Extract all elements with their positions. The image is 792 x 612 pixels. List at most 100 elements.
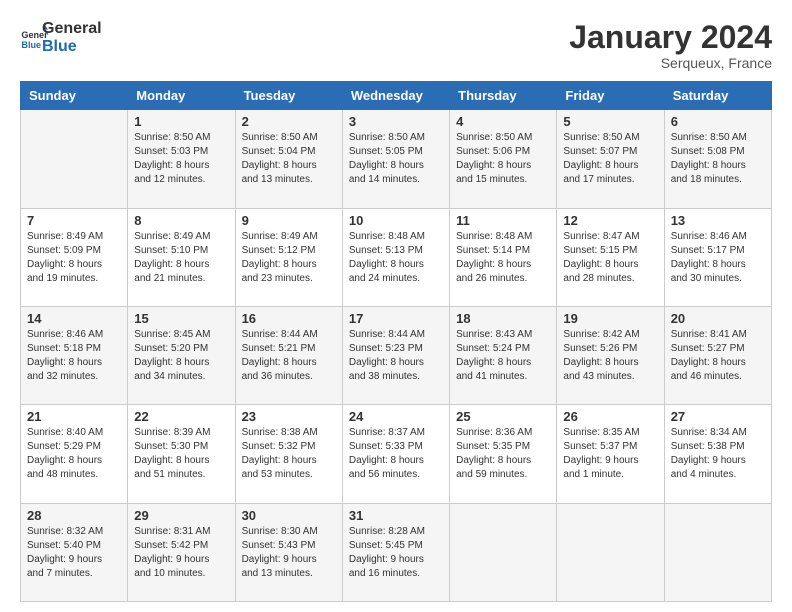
day-number: 26: [563, 409, 657, 424]
week-row-5: 28 Sunrise: 8:32 AMSunset: 5:40 PMDaylig…: [21, 503, 772, 601]
cell-w4-d6: 27 Sunrise: 8:34 AMSunset: 5:38 PMDaylig…: [664, 405, 771, 503]
cell-w2-d5: 12 Sunrise: 8:47 AMSunset: 5:15 PMDaylig…: [557, 208, 664, 306]
title-block: January 2024 Serqueux, France: [569, 20, 772, 71]
day-info: Sunrise: 8:46 AMSunset: 5:17 PMDaylight:…: [671, 230, 765, 286]
day-number: 29: [134, 508, 228, 523]
day-number: 3: [349, 114, 443, 129]
location: Serqueux, France: [569, 55, 772, 71]
day-number: 12: [563, 213, 657, 228]
day-number: 1: [134, 114, 228, 129]
day-info: Sunrise: 8:30 AMSunset: 5:43 PMDaylight:…: [242, 525, 336, 581]
cell-w4-d3: 24 Sunrise: 8:37 AMSunset: 5:33 PMDaylig…: [342, 405, 449, 503]
day-info: Sunrise: 8:49 AMSunset: 5:12 PMDaylight:…: [242, 230, 336, 286]
day-info: Sunrise: 8:50 AMSunset: 5:07 PMDaylight:…: [563, 131, 657, 187]
week-row-4: 21 Sunrise: 8:40 AMSunset: 5:29 PMDaylig…: [21, 405, 772, 503]
day-info: Sunrise: 8:50 AMSunset: 5:06 PMDaylight:…: [456, 131, 550, 187]
day-info: Sunrise: 8:34 AMSunset: 5:38 PMDaylight:…: [671, 426, 765, 482]
week-row-1: 1 Sunrise: 8:50 AMSunset: 5:03 PMDayligh…: [21, 110, 772, 208]
day-info: Sunrise: 8:35 AMSunset: 5:37 PMDaylight:…: [563, 426, 657, 482]
day-info: Sunrise: 8:38 AMSunset: 5:32 PMDaylight:…: [242, 426, 336, 482]
day-info: Sunrise: 8:31 AMSunset: 5:42 PMDaylight:…: [134, 525, 228, 581]
day-info: Sunrise: 8:41 AMSunset: 5:27 PMDaylight:…: [671, 328, 765, 384]
day-info: Sunrise: 8:43 AMSunset: 5:24 PMDaylight:…: [456, 328, 550, 384]
day-number: 6: [671, 114, 765, 129]
day-info: Sunrise: 8:47 AMSunset: 5:15 PMDaylight:…: [563, 230, 657, 286]
day-number: 31: [349, 508, 443, 523]
cell-w4-d0: 21 Sunrise: 8:40 AMSunset: 5:29 PMDaylig…: [21, 405, 128, 503]
day-info: Sunrise: 8:49 AMSunset: 5:09 PMDaylight:…: [27, 230, 121, 286]
day-number: 19: [563, 311, 657, 326]
day-number: 14: [27, 311, 121, 326]
day-info: Sunrise: 8:45 AMSunset: 5:20 PMDaylight:…: [134, 328, 228, 384]
week-row-2: 7 Sunrise: 8:49 AMSunset: 5:09 PMDayligh…: [21, 208, 772, 306]
day-info: Sunrise: 8:28 AMSunset: 5:45 PMDaylight:…: [349, 525, 443, 581]
svg-text:Blue: Blue: [21, 39, 41, 49]
header-row: Sunday Monday Tuesday Wednesday Thursday…: [21, 82, 772, 110]
cell-w2-d3: 10 Sunrise: 8:48 AMSunset: 5:13 PMDaylig…: [342, 208, 449, 306]
cell-w2-d6: 13 Sunrise: 8:46 AMSunset: 5:17 PMDaylig…: [664, 208, 771, 306]
day-info: Sunrise: 8:50 AMSunset: 5:08 PMDaylight:…: [671, 131, 765, 187]
day-number: 8: [134, 213, 228, 228]
col-monday: Monday: [128, 82, 235, 110]
day-number: 2: [242, 114, 336, 129]
day-number: 15: [134, 311, 228, 326]
header: General Blue General Blue January 2024 S…: [20, 20, 772, 71]
day-number: 28: [27, 508, 121, 523]
day-number: 17: [349, 311, 443, 326]
cell-w3-d0: 14 Sunrise: 8:46 AMSunset: 5:18 PMDaylig…: [21, 306, 128, 404]
day-info: Sunrise: 8:44 AMSunset: 5:21 PMDaylight:…: [242, 328, 336, 384]
day-info: Sunrise: 8:50 AMSunset: 5:05 PMDaylight:…: [349, 131, 443, 187]
day-number: 21: [27, 409, 121, 424]
cell-w1-d4: 4 Sunrise: 8:50 AMSunset: 5:06 PMDayligh…: [450, 110, 557, 208]
day-number: 13: [671, 213, 765, 228]
col-thursday: Thursday: [450, 82, 557, 110]
day-info: Sunrise: 8:50 AMSunset: 5:03 PMDaylight:…: [134, 131, 228, 187]
cell-w2-d2: 9 Sunrise: 8:49 AMSunset: 5:12 PMDayligh…: [235, 208, 342, 306]
logo-general: General: [42, 20, 102, 38]
day-number: 30: [242, 508, 336, 523]
day-number: 20: [671, 311, 765, 326]
cell-w2-d1: 8 Sunrise: 8:49 AMSunset: 5:10 PMDayligh…: [128, 208, 235, 306]
cell-w3-d3: 17 Sunrise: 8:44 AMSunset: 5:23 PMDaylig…: [342, 306, 449, 404]
cell-w4-d2: 23 Sunrise: 8:38 AMSunset: 5:32 PMDaylig…: [235, 405, 342, 503]
cell-w3-d4: 18 Sunrise: 8:43 AMSunset: 5:24 PMDaylig…: [450, 306, 557, 404]
day-info: Sunrise: 8:44 AMSunset: 5:23 PMDaylight:…: [349, 328, 443, 384]
day-info: Sunrise: 8:49 AMSunset: 5:10 PMDaylight:…: [134, 230, 228, 286]
day-info: Sunrise: 8:48 AMSunset: 5:13 PMDaylight:…: [349, 230, 443, 286]
day-number: 10: [349, 213, 443, 228]
day-info: Sunrise: 8:40 AMSunset: 5:29 PMDaylight:…: [27, 426, 121, 482]
day-number: 11: [456, 213, 550, 228]
cell-w1-d2: 2 Sunrise: 8:50 AMSunset: 5:04 PMDayligh…: [235, 110, 342, 208]
cell-w5-d4: [450, 503, 557, 601]
day-number: 24: [349, 409, 443, 424]
cell-w2-d4: 11 Sunrise: 8:48 AMSunset: 5:14 PMDaylig…: [450, 208, 557, 306]
cell-w1-d6: 6 Sunrise: 8:50 AMSunset: 5:08 PMDayligh…: [664, 110, 771, 208]
day-info: Sunrise: 8:42 AMSunset: 5:26 PMDaylight:…: [563, 328, 657, 384]
cell-w1-d3: 3 Sunrise: 8:50 AMSunset: 5:05 PMDayligh…: [342, 110, 449, 208]
cell-w5-d3: 31 Sunrise: 8:28 AMSunset: 5:45 PMDaylig…: [342, 503, 449, 601]
cell-w4-d4: 25 Sunrise: 8:36 AMSunset: 5:35 PMDaylig…: [450, 405, 557, 503]
day-number: 4: [456, 114, 550, 129]
day-number: 27: [671, 409, 765, 424]
cell-w5-d1: 29 Sunrise: 8:31 AMSunset: 5:42 PMDaylig…: [128, 503, 235, 601]
cell-w5-d6: [664, 503, 771, 601]
day-number: 23: [242, 409, 336, 424]
cell-w4-d5: 26 Sunrise: 8:35 AMSunset: 5:37 PMDaylig…: [557, 405, 664, 503]
col-tuesday: Tuesday: [235, 82, 342, 110]
day-number: 16: [242, 311, 336, 326]
cell-w3-d1: 15 Sunrise: 8:45 AMSunset: 5:20 PMDaylig…: [128, 306, 235, 404]
cell-w5-d5: [557, 503, 664, 601]
cell-w1-d1: 1 Sunrise: 8:50 AMSunset: 5:03 PMDayligh…: [128, 110, 235, 208]
col-wednesday: Wednesday: [342, 82, 449, 110]
cell-w3-d2: 16 Sunrise: 8:44 AMSunset: 5:21 PMDaylig…: [235, 306, 342, 404]
cell-w3-d5: 19 Sunrise: 8:42 AMSunset: 5:26 PMDaylig…: [557, 306, 664, 404]
col-sunday: Sunday: [21, 82, 128, 110]
day-info: Sunrise: 8:48 AMSunset: 5:14 PMDaylight:…: [456, 230, 550, 286]
day-info: Sunrise: 8:37 AMSunset: 5:33 PMDaylight:…: [349, 426, 443, 482]
cell-w4-d1: 22 Sunrise: 8:39 AMSunset: 5:30 PMDaylig…: [128, 405, 235, 503]
day-number: 5: [563, 114, 657, 129]
cell-w1-d0: [21, 110, 128, 208]
day-number: 9: [242, 213, 336, 228]
calendar-page: General Blue General Blue January 2024 S…: [0, 0, 792, 612]
day-number: 7: [27, 213, 121, 228]
